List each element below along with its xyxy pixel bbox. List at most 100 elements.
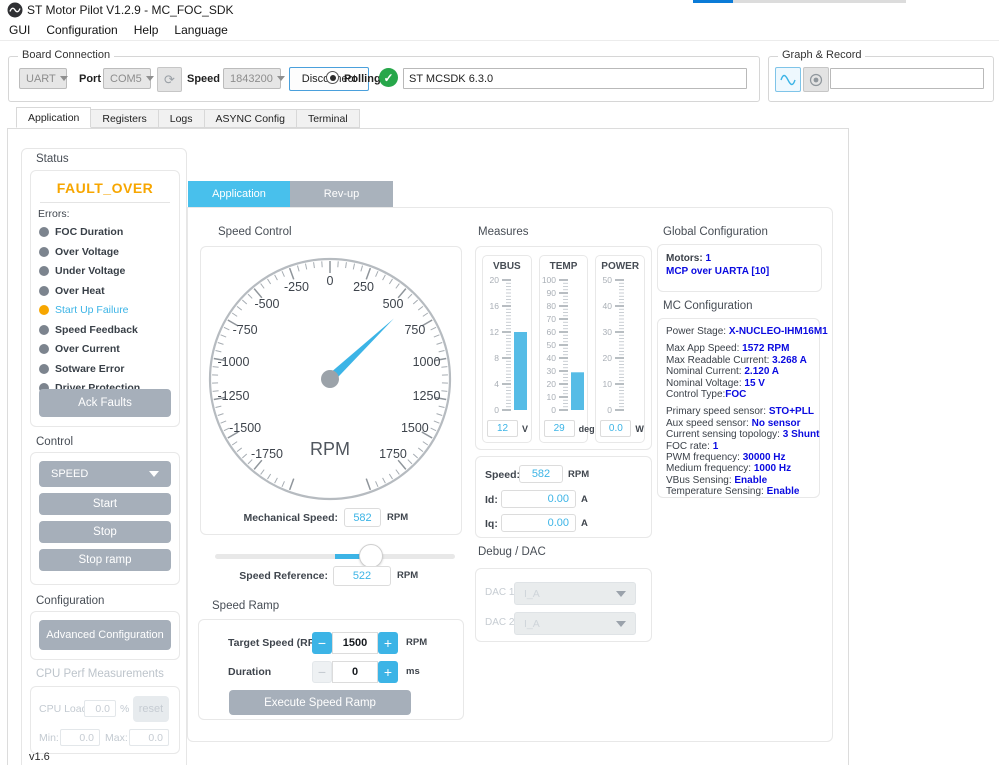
- debug-dac-card: DAC 1 I_A DAC 2 I_A: [475, 568, 652, 642]
- baud-select[interactable]: 1843200: [223, 68, 285, 89]
- svg-text:60: 60: [546, 327, 556, 337]
- target-speed-field[interactable]: 1500: [332, 632, 378, 654]
- board-connection-group: Board Connection UART Port COM5 ⟳ Speed …: [8, 49, 760, 102]
- cpu-perf-card: CPU Load: 0.0 % reset Min: 0.0 Max: 0.0: [30, 686, 180, 754]
- record-icon: [809, 73, 823, 86]
- tab-terminal[interactable]: Terminal: [296, 109, 360, 128]
- tab-registers[interactable]: Registers: [91, 109, 159, 128]
- cpu-load-field: 0.0: [84, 700, 116, 717]
- tab-logs[interactable]: Logs: [158, 109, 205, 128]
- polling-radio[interactable]: [326, 71, 339, 84]
- motors-line: Motors: 1: [666, 253, 712, 264]
- iq-label: Iq:: [485, 518, 498, 530]
- speed-control-title: Speed Control: [218, 226, 292, 238]
- target-speed-plus-button[interactable]: +: [378, 632, 398, 654]
- progress-bar: [693, 0, 906, 3]
- measure-gauge-value-row: 29 deg: [543, 420, 595, 437]
- error-label: FOC Duration: [55, 226, 124, 238]
- record-button[interactable]: [803, 67, 829, 92]
- mechanical-speed-field[interactable]: 582: [344, 508, 381, 527]
- speed-reference-field[interactable]: 522: [333, 566, 391, 586]
- measure-gauge-value-field[interactable]: 29: [543, 420, 575, 437]
- app-window: ST Motor Pilot V1.2.9 - MC_FOC_SDK GUI Co…: [0, 0, 999, 765]
- measure-gauge-value-field[interactable]: 0.0: [600, 420, 632, 437]
- error-dot: [39, 266, 49, 276]
- error-item-foc-duration: FOC Duration: [39, 226, 179, 238]
- svg-text:0: 0: [608, 405, 613, 415]
- ack-faults-button[interactable]: Ack Faults: [39, 389, 171, 417]
- button-stop[interactable]: Stop: [39, 521, 171, 543]
- dac1-label: DAC 1: [485, 587, 515, 598]
- error-label: Over Current: [55, 343, 120, 355]
- mc-configuration-title: MC Configuration: [663, 300, 753, 312]
- target-speed-minus-button[interactable]: −: [312, 632, 332, 654]
- duration-label: Duration: [228, 666, 272, 678]
- board-connection-title: Board Connection: [18, 49, 115, 61]
- menu-language[interactable]: Language: [168, 23, 233, 37]
- error-list: FOC Duration Over Voltage Under Voltage Ove…: [39, 226, 179, 394]
- chevron-down-icon: [145, 76, 154, 81]
- button-start[interactable]: Start: [39, 493, 171, 515]
- svg-text:-750: -750: [233, 323, 258, 337]
- uart-select[interactable]: UART: [19, 68, 68, 89]
- measure-gauge-power: POWER 0 10 20 30 40 50 0.0 W: [595, 255, 646, 443]
- svg-text:1250: 1250: [413, 389, 441, 403]
- dac1-select[interactable]: I_A: [514, 582, 636, 605]
- svg-text:0: 0: [551, 405, 556, 415]
- svg-text:10: 10: [603, 379, 613, 389]
- graph-button[interactable]: [775, 67, 801, 92]
- menu-configuration[interactable]: Configuration: [40, 23, 123, 37]
- record-file-field[interactable]: [830, 68, 984, 89]
- cpu-load-unit: %: [120, 703, 130, 715]
- speed-value-label: Speed:: [485, 469, 521, 481]
- error-dot: [39, 285, 49, 296]
- control-mode-select[interactable]: SPEED: [39, 461, 171, 487]
- advanced-configuration-button[interactable]: Advanced Configuration: [39, 620, 171, 650]
- error-dot: [39, 227, 49, 237]
- duration-field[interactable]: 0: [332, 661, 378, 683]
- menu-separator: [0, 40, 999, 41]
- configuration-card: Advanced Configuration: [30, 611, 180, 660]
- status-title: Status: [36, 153, 69, 165]
- chevron-down-icon: [276, 76, 285, 81]
- id-field[interactable]: 0.00: [501, 490, 576, 508]
- error-label: Speed Feedback: [55, 323, 138, 336]
- svg-text:12: 12: [490, 327, 500, 337]
- svg-text:1000: 1000: [413, 355, 441, 369]
- refresh-icon: ⟳: [164, 71, 175, 87]
- motor-tab-application[interactable]: Application: [188, 181, 290, 207]
- svg-text:8: 8: [494, 353, 499, 363]
- mc-config-line: Max App Speed: 1572 RPM: [666, 343, 790, 355]
- duration-plus-button[interactable]: +: [378, 661, 398, 683]
- measure-gauge-value-field[interactable]: 12: [487, 420, 518, 437]
- tab-async-config[interactable]: ASYNC Config: [204, 109, 297, 128]
- polling-label: Polling: [344, 73, 381, 85]
- port-select[interactable]: COM5: [103, 68, 154, 89]
- button-stop-ramp[interactable]: Stop ramp: [39, 549, 171, 571]
- slider-handle[interactable]: [358, 544, 383, 568]
- measure-gauge-unit: deg: [578, 423, 595, 434]
- graph-record-title: Graph & Record: [778, 49, 866, 61]
- max-label: Max:: [105, 732, 128, 744]
- measured-values-card: Speed: 582 RPM Id: 0.00 A Iq: 0.00 A: [475, 456, 652, 538]
- duration-minus-button[interactable]: −: [312, 661, 332, 683]
- refresh-ports-button[interactable]: ⟳: [157, 67, 182, 92]
- mc-config-line: PWM frequency: 30000 Hz: [666, 452, 786, 464]
- firmware-field[interactable]: ST MCSDK 6.3.0: [403, 68, 747, 89]
- motor-tab-revup[interactable]: Rev-up: [290, 181, 393, 207]
- menu-help[interactable]: Help: [128, 23, 165, 37]
- execute-speed-ramp-button[interactable]: Execute Speed Ramp: [229, 690, 411, 715]
- measure-gauge-name: TEMP: [549, 261, 578, 272]
- svg-text:10: 10: [546, 392, 556, 402]
- mc-config-line: Current sensing topology: 3 Shunt: [666, 429, 820, 441]
- error-item-over-voltage: Over Voltage: [39, 246, 179, 258]
- reset-button[interactable]: reset: [133, 696, 169, 722]
- tab-application[interactable]: Application: [16, 107, 92, 128]
- cpu-perf-title: CPU Perf Measurements: [36, 668, 164, 680]
- dac2-select[interactable]: I_A: [514, 612, 636, 635]
- menu-gui[interactable]: GUI: [3, 23, 36, 37]
- svg-text:1500: 1500: [401, 421, 429, 435]
- speed-value-field[interactable]: 582: [519, 465, 563, 483]
- iq-field[interactable]: 0.00: [501, 514, 576, 532]
- error-dot: [39, 305, 49, 315]
